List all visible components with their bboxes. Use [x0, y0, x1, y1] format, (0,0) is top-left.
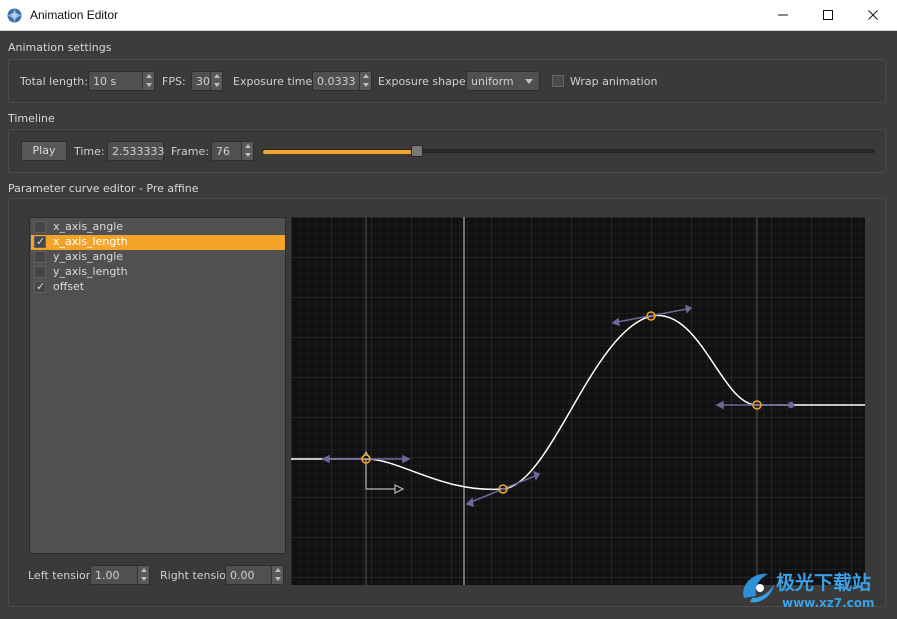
- editor-body: Animation settings Total length: 10 s FP…: [0, 31, 897, 619]
- fps-stepper[interactable]: [210, 72, 222, 90]
- timeline-label: Timeline: [8, 112, 55, 125]
- total-length-spinbox[interactable]: 10 s: [88, 71, 155, 91]
- exposure-time-stepper[interactable]: [359, 72, 371, 90]
- parameter-list: x_axis_angle ✓ x_axis_length y_axis_angl…: [29, 217, 286, 554]
- watermark-title: 极光下载站: [776, 572, 872, 594]
- fps-label: FPS:: [162, 75, 186, 88]
- animation-settings-group: Total length: 10 s FPS: 30 Exposure time…: [8, 59, 886, 103]
- curve-graph[interactable]: [291, 217, 865, 585]
- parameter-checkbox[interactable]: ✓: [34, 235, 46, 248]
- frame-spinbox[interactable]: 76: [211, 141, 254, 161]
- exposure-shape-value: uniform: [471, 75, 514, 88]
- total-length-value: 10 s: [93, 75, 117, 88]
- left-tension-spinbox[interactable]: 1.00: [90, 565, 150, 585]
- timeline-group: Play Time: 2.5333333 Frame: 76: [8, 129, 886, 173]
- total-length-label: Total length:: [20, 75, 88, 88]
- left-tension-label: Left tension:: [28, 569, 97, 582]
- checkmark-icon: ✓: [36, 235, 46, 248]
- parameter-item-y-axis-length[interactable]: y_axis_length: [31, 265, 285, 280]
- parameter-label: x_axis_length: [53, 235, 128, 248]
- time-field[interactable]: 2.5333333: [107, 141, 164, 161]
- watermark: 极光下载站 www.xz7.com: [738, 566, 888, 614]
- app-logo-icon: [7, 8, 22, 23]
- parameter-checkbox[interactable]: ✓: [34, 280, 46, 293]
- minimize-icon: [777, 14, 788, 16]
- minimize-button[interactable]: [760, 0, 805, 30]
- chevron-down-icon: [525, 79, 533, 84]
- maximize-button[interactable]: [805, 0, 850, 30]
- wrap-animation-label: Wrap animation: [570, 75, 658, 88]
- parameter-checkbox[interactable]: [34, 251, 46, 263]
- title-bar: Animation Editor: [0, 0, 897, 31]
- fps-spinbox[interactable]: 30: [191, 71, 223, 91]
- parameter-label: x_axis_angle: [53, 220, 124, 233]
- frame-stepper[interactable]: [241, 142, 253, 160]
- parameter-item-offset[interactable]: ✓ offset: [31, 280, 285, 295]
- maximize-icon: [822, 10, 833, 20]
- exposure-time-value: 0.0333 s: [317, 75, 361, 88]
- watermark-logo-icon: [743, 573, 774, 603]
- time-value: 2.5333333: [112, 145, 164, 158]
- close-icon: [867, 10, 878, 20]
- total-length-stepper[interactable]: [142, 72, 154, 90]
- right-tension-spinbox[interactable]: 0.00: [225, 565, 284, 585]
- parameter-label: y_axis_angle: [53, 250, 124, 263]
- right-tension-label: Right tension: [160, 569, 234, 582]
- left-tension-value: 1.00: [95, 569, 120, 582]
- parameter-item-y-axis-angle[interactable]: y_axis_angle: [31, 250, 285, 265]
- right-tension-value: 0.00: [230, 569, 255, 582]
- exposure-time-spinbox[interactable]: 0.0333 s: [312, 71, 372, 91]
- parameter-checkbox[interactable]: [34, 266, 46, 278]
- play-button[interactable]: Play: [21, 141, 67, 161]
- exposure-time-label: Exposure time:: [233, 75, 316, 88]
- animation-settings-label: Animation settings: [8, 41, 112, 54]
- parameter-item-x-axis-angle[interactable]: x_axis_angle: [31, 220, 285, 235]
- fps-value: 30: [196, 75, 210, 88]
- time-label: Time:: [74, 145, 105, 158]
- timeline-slider-handle[interactable]: [411, 145, 424, 157]
- parameter-checkbox[interactable]: [34, 221, 46, 233]
- parameter-label: offset: [53, 280, 85, 293]
- checkmark-icon: ✓: [36, 280, 46, 293]
- frame-label: Frame:: [171, 145, 209, 158]
- left-tension-stepper[interactable]: [137, 566, 149, 584]
- graph-grid: [291, 217, 865, 585]
- parameter-item-x-axis-length[interactable]: ✓ x_axis_length: [31, 235, 285, 250]
- exposure-shape-dropdown[interactable]: uniform: [466, 71, 540, 91]
- wrap-animation-checkbox[interactable]: [552, 75, 564, 87]
- window-title: Animation Editor: [30, 8, 119, 22]
- watermark-url: www.xz7.com: [782, 596, 875, 610]
- right-tension-stepper[interactable]: [271, 566, 283, 584]
- parameter-label: y_axis_length: [53, 265, 128, 278]
- close-button[interactable]: [850, 0, 895, 30]
- curve-editor-label: Parameter curve editor - Pre affine: [8, 182, 199, 195]
- frame-value: 76: [216, 145, 230, 158]
- timeline-slider-fill: [263, 150, 419, 154]
- exposure-shape-label: Exposure shape:: [378, 75, 470, 88]
